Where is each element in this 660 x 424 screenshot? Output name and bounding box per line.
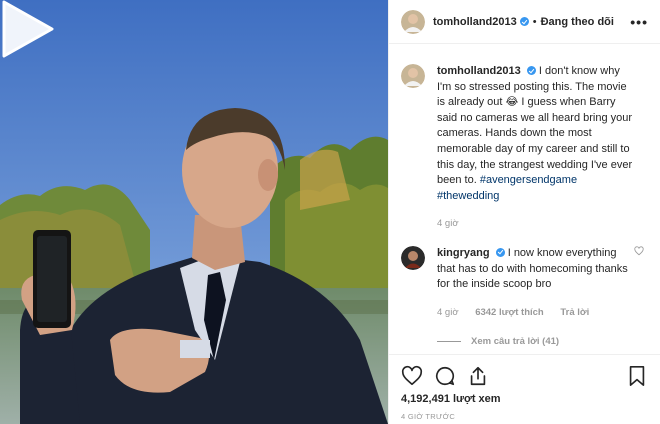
action-bar: 4,192,491 lượt xem 4 GIỜ TRƯỚC [389,354,660,421]
verified-badge-icon [519,17,529,26]
reply-button[interactable]: Trả lời [560,307,589,318]
caption-body: tomholland2013 I don't know why I'm so s… [437,64,633,232]
post-video[interactable] [0,0,388,424]
hashtag-link[interactable]: #thewedding [437,190,499,202]
comment-body: kingryang I now know everything that has… [437,246,633,320]
post-timestamp[interactable]: 4 GIỜ TRƯỚC [401,412,648,421]
post-header: tomholland2013 • Đang theo dõi ••• [389,0,660,44]
comment-avatar[interactable] [401,245,425,270]
instagram-post: tomholland2013 • Đang theo dõi ••• tomho… [0,0,660,424]
comment-like-heart-icon[interactable] [634,246,644,256]
verified-badge-icon [526,66,536,75]
header-separator: • [532,15,537,28]
share-icon[interactable] [467,365,489,387]
caption-time[interactable]: 4 giờ [437,218,459,229]
comment-likes[interactable]: 6342 lượt thích [475,307,544,318]
heart-icon[interactable] [401,365,423,387]
follow-status-button[interactable]: Đang theo dõi [541,16,614,28]
header-username[interactable]: tomholland2013 [433,16,517,28]
more-options-icon[interactable]: ••• [630,14,648,30]
view-replies-label: Xem câu trả lời (41) [471,336,560,348]
comment-item: kingryang I now know everything that has… [401,245,648,320]
action-icons [401,365,648,387]
caption-text: I don't know why I'm so stressed posting… [437,65,633,187]
caption-username[interactable]: tomholland2013 [437,65,521,77]
play-icon[interactable] [0,0,54,58]
bookmark-icon[interactable] [626,365,648,387]
caption-meta: 4 giờ [437,216,633,232]
post-sidebar: tomholland2013 • Đang theo dõi ••• tomho… [388,0,660,424]
caption-avatar[interactable] [401,64,425,88]
comment-icon[interactable] [434,365,456,387]
comments-list: tomholland2013 I don't know why I'm so s… [401,64,648,347]
caption-item: tomholland2013 I don't know why I'm so s… [401,64,648,232]
avatar[interactable] [401,9,425,34]
view-replies-button[interactable]: Xem câu trả lời (41) [437,336,648,347]
replies-divider [437,341,461,343]
comment-username[interactable]: kingryang [437,247,490,259]
comment-time[interactable]: 4 giờ [437,307,459,318]
verified-badge-icon [495,247,505,257]
comment-meta: 4 giờ 6342 lượt thích Trả lời [437,305,633,321]
video-frame [0,0,388,424]
view-count[interactable]: 4,192,491 lượt xem [401,393,648,405]
hashtag-link[interactable]: #avengersendgame [480,174,577,186]
